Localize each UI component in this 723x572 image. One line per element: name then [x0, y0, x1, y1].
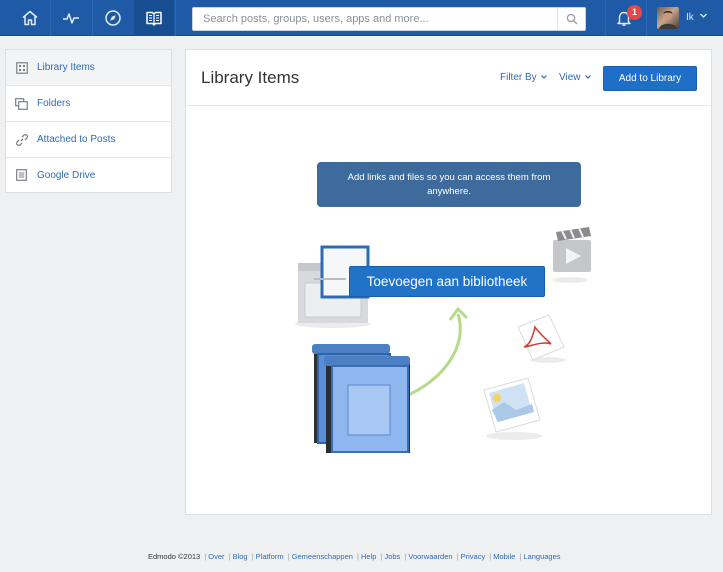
search-button[interactable] [557, 8, 585, 30]
compass-icon [105, 10, 121, 26]
footer-link-mobile[interactable]: Mobile [493, 552, 515, 561]
sidebar-item-label: Library Items [37, 62, 95, 73]
sidebar-item-library-items[interactable]: Library Items [6, 50, 171, 86]
footer-link-blog[interactable]: Blog [233, 552, 248, 561]
sidebar-item-label: Google Drive [37, 169, 96, 181]
empty-state-tooltip: Add links and files so you can access th… [317, 162, 581, 207]
search-bar [192, 7, 586, 31]
footer-link-jobs[interactable]: Jobs [384, 552, 400, 561]
video-file-icon [553, 227, 591, 272]
drive-doc-icon [15, 169, 28, 182]
add-to-library-overlay-button[interactable]: Toevoegen aan bibliotheek [349, 266, 545, 297]
footer-link-voorwaarden[interactable]: Voorwaarden [408, 552, 452, 561]
library-main-panel: Library Items Filter By View Add to Libr… [185, 49, 712, 515]
sidebar-item-label: Attached to Posts [37, 134, 116, 145]
footer-link-platform[interactable]: Platform [256, 552, 284, 561]
image-file-icon [483, 377, 541, 433]
footer: Edmodo ©2013 | Over | Blog | Platform | Geme… [148, 552, 561, 561]
sidebar-item-folders[interactable]: Folders [6, 86, 171, 122]
footer-link-languages[interactable]: Languages [523, 552, 560, 561]
activity-button[interactable] [51, 0, 91, 36]
footer-link-privacy[interactable]: Privacy [461, 552, 486, 561]
discover-button[interactable] [93, 0, 133, 36]
sidebar-item-attached-to-posts[interactable]: Attached to Posts [6, 122, 171, 158]
top-navigation-bar: 1 Ik [0, 0, 723, 36]
notification-count-badge: 1 [627, 5, 642, 20]
sidebar-item-google-drive[interactable]: Google Drive [6, 158, 171, 192]
search-icon [566, 13, 578, 25]
footer-link-gemeenschappen[interactable]: Gemeenschappen [292, 552, 353, 561]
library-icon [146, 11, 162, 26]
chevron-down-icon[interactable] [699, 11, 708, 20]
pdf-file-icon [517, 314, 565, 361]
library-sidebar: Library Items Folders Attached to Posts [5, 49, 172, 193]
library-button[interactable] [134, 0, 174, 36]
home-button[interactable] [10, 0, 50, 36]
avatar[interactable] [657, 7, 679, 29]
footer-link-over[interactable]: Over [208, 552, 224, 561]
user-initials[interactable]: Ik [686, 12, 694, 23]
footer-copyright: Edmodo ©2013 [148, 552, 201, 561]
footer-link-help[interactable]: Help [361, 552, 376, 561]
search-input[interactable] [193, 8, 557, 30]
home-icon [22, 10, 38, 26]
link-icon [15, 133, 28, 146]
folders-icon [15, 97, 28, 110]
sidebar-item-label: Folders [37, 98, 71, 109]
grid-icon [15, 61, 28, 74]
books-icon [312, 344, 410, 453]
activity-icon [63, 13, 79, 24]
